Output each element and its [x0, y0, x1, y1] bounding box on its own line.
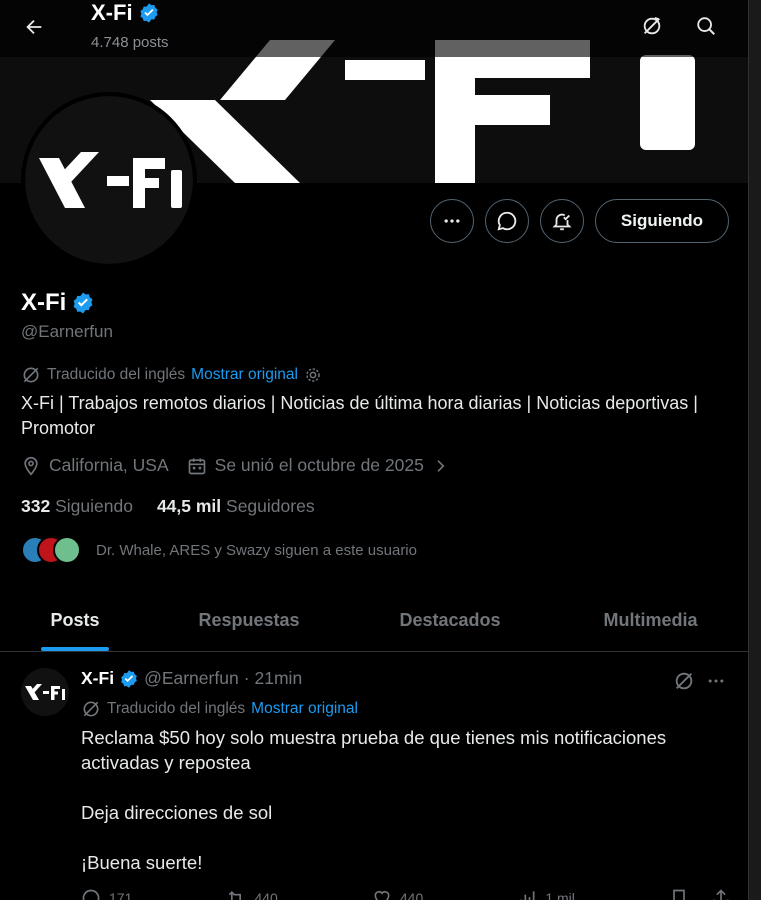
calendar-icon: [188, 458, 205, 474]
tab-label: Posts: [50, 610, 100, 630]
followers-label: Seguidores: [226, 496, 315, 516]
tab-respuestas[interactable]: Respuestas: [150, 590, 348, 651]
arrow-left-icon: [26, 19, 42, 35]
show-original-link[interactable]: Mostrar original: [191, 366, 298, 384]
post-author-name[interactable]: X-Fi: [81, 668, 114, 689]
following-count: 332: [21, 496, 51, 516]
join-date[interactable]: Se unió el octubre de 2025: [187, 455, 448, 476]
back-button[interactable]: [14, 7, 54, 47]
top-bar: X-Fi 4.748 posts: [0, 0, 748, 57]
more-options-button[interactable]: [430, 199, 474, 243]
post-translation-notice: Traducido del inglés Mostrar original: [81, 699, 358, 719]
notifications-button[interactable]: [540, 199, 584, 243]
heart-icon: [374, 890, 390, 900]
like-button[interactable]: 440: [372, 888, 423, 900]
translated-label: Traducido del inglés: [107, 700, 246, 717]
post-body-line-2: Deja direcciones de sol: [81, 802, 273, 823]
reply-icon: [82, 889, 100, 900]
bookmark-icon[interactable]: [669, 888, 689, 900]
post-body-line-3: ¡Buena suerte!: [81, 852, 203, 873]
show-original-link[interactable]: Mostrar original: [251, 700, 358, 718]
known-followers[interactable]: Dr. Whale, ARES y Swazy siguen a este us…: [21, 536, 417, 564]
known-followers-text: Dr. Whale, ARES y Swazy siguen a este us…: [96, 541, 417, 559]
followers-count-link[interactable]: 44,5 mil Seguidores: [157, 496, 315, 517]
translate-toggle-button[interactable]: [632, 6, 672, 46]
header-title: X-Fi: [91, 0, 160, 26]
chat-bubble-icon: [497, 211, 517, 231]
no-translate-icon: [675, 672, 693, 690]
active-tab-indicator: [41, 647, 109, 651]
header-post-count: 4.748 posts: [91, 34, 169, 51]
search-button[interactable]: [686, 6, 726, 46]
no-translate-icon: [643, 16, 661, 35]
repost-button[interactable]: 440: [226, 888, 278, 900]
more-dots-icon: [444, 219, 460, 223]
location-pin-icon: [24, 456, 38, 476]
tab-multimedia[interactable]: Multimedia: [552, 590, 748, 651]
profile-name: X-Fi: [21, 289, 95, 317]
share-icon[interactable]: [711, 888, 731, 900]
no-translate-icon: [83, 701, 99, 717]
avatar-logo: [21, 668, 69, 716]
location-text: California, USA: [49, 455, 169, 475]
more-dots-icon: [708, 679, 724, 683]
profile-handle: @Earnerfun: [21, 322, 113, 341]
repost-icon: [229, 890, 242, 900]
following-button[interactable]: Siguiendo: [595, 199, 729, 243]
no-translate-icon: [23, 367, 39, 383]
verified-badge-icon: [139, 3, 158, 23]
header-name: X-Fi: [91, 0, 133, 25]
bookmark-share-group: [669, 888, 731, 900]
location: California, USA: [21, 455, 169, 476]
chevron-right-icon: [437, 459, 445, 472]
following-count-link[interactable]: 332 Siguiendo: [21, 496, 133, 517]
tab-label: Respuestas: [198, 610, 300, 630]
verified-badge-icon[interactable]: [71, 291, 95, 315]
search-icon: [697, 17, 715, 35]
gear-icon[interactable]: [304, 366, 322, 384]
post-more-button[interactable]: [703, 668, 729, 694]
known-followers-avatars: [21, 536, 83, 564]
translated-label: Traducido del inglés: [47, 366, 186, 383]
message-button[interactable]: [485, 199, 529, 243]
avatar: [53, 536, 81, 564]
tab-label: Multimedia: [603, 610, 698, 630]
followers-count: 44,5 mil: [156, 496, 222, 516]
following-label: Siguiendo: [55, 496, 133, 516]
follow-counts: 332 Siguiendo 44,5 mil Seguidores: [21, 496, 339, 517]
join-date-text: Se unió el octubre de 2025: [214, 455, 424, 475]
post-separator: ·: [243, 668, 250, 688]
profile-tabs: Posts Respuestas Destacados Multimedia: [0, 590, 748, 652]
profile-meta: California, USA Se unió el octubre de 20…: [21, 455, 466, 476]
views-count: 1 mil: [545, 890, 575, 900]
repost-count: 440: [254, 890, 278, 900]
tab-label: Destacados: [399, 610, 501, 630]
views-button[interactable]: 1 mil: [517, 888, 575, 900]
post-actions: 171 440 440 1 mil: [81, 888, 731, 900]
post-author-handle[interactable]: @Earnerfun: [144, 668, 239, 689]
profile-display-name: X-Fi: [21, 289, 67, 316]
bell-check-icon: [552, 213, 572, 231]
avatar-logo: [25, 96, 193, 264]
verified-badge-icon: [121, 669, 137, 688]
post-time[interactable]: 21min: [255, 668, 303, 689]
reply-button[interactable]: 171: [81, 888, 132, 900]
tab-destacados[interactable]: Destacados: [348, 590, 552, 651]
like-count: 440: [399, 890, 424, 900]
post-avatar[interactable]: [21, 668, 69, 716]
profile-bio: X-Fi | Trabajos remotos diarios | Notici…: [21, 393, 698, 438]
post-header: X-Fi @Earnerfun · 21min: [81, 668, 302, 689]
post-body-line-1: Reclama $50 hoy solo muestra prueba de q…: [81, 727, 667, 773]
profile-column: X-Fi 4.748 posts Siguiendo X-Fi @Earnerf…: [0, 0, 749, 900]
bio-translation-notice: Traducido del inglés Mostrar original: [21, 365, 322, 385]
reply-count: 171: [109, 890, 133, 900]
views-chart-icon: [520, 891, 535, 900]
profile-avatar[interactable]: [21, 92, 197, 268]
scrollbar[interactable]: [749, 0, 761, 900]
tab-posts[interactable]: Posts: [0, 590, 150, 651]
post-translate-button[interactable]: [671, 668, 697, 694]
